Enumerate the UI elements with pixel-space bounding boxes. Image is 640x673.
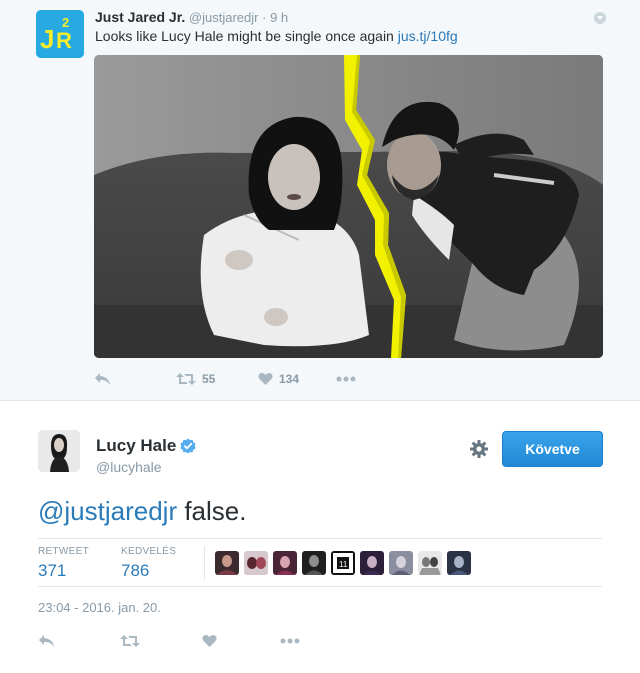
retweet-icon [120,635,140,647]
more-button[interactable] [280,632,300,650]
liker-avatar[interactable] [447,551,471,575]
header-separator: · [262,10,267,25]
like-button[interactable] [202,632,217,650]
more-button[interactable] [336,370,356,388]
stats-divider-top [38,538,602,539]
tweet-photo[interactable] [94,55,603,358]
retweet-button[interactable]: 55 [176,370,215,388]
parent-tweet-body: Looks like Lucy Hale might be single onc… [95,28,394,44]
retweet-icon [176,373,196,385]
liker-avatar[interactable] [244,551,268,575]
reply-icon [39,635,54,647]
liker-avatar[interactable] [389,551,413,575]
svg-text:J: J [40,24,54,54]
stats-divider-bottom [38,586,602,587]
photo-couple-split-lightning [94,55,603,358]
main-tweet-text: @justjaredjr false. [38,496,246,527]
parent-tweet-link[interactable]: jus.tj/10fg [398,28,458,44]
reply-button[interactable] [38,632,55,650]
lucy-hale-avatar[interactable] [38,430,80,472]
parent-author-name[interactable]: Just Jared Jr. [95,9,185,25]
parent-tweet-text: Looks like Lucy Hale might be single onc… [95,28,458,44]
retweet-button[interactable] [120,632,140,650]
main-author-handle[interactable]: @lucyhale [96,459,162,475]
liker-avatar[interactable] [360,551,384,575]
more-dots-icon [280,638,300,644]
gear-icon[interactable] [469,439,489,459]
retweet-count: 55 [202,372,216,386]
parent-tweet-actions: 55 134 [94,370,494,388]
likes-count[interactable]: 786 [121,561,149,581]
parent-tweet-header: Just Jared Jr. @justjaredjr · 9 h [95,9,288,25]
verified-badge-icon [180,438,196,454]
liker-avatar[interactable] [302,551,326,575]
tweet-timestamp[interactable]: 23:04 - 2016. jan. 20. [38,600,161,615]
parent-tweet[interactable]: J R 2 Just Jared Jr. @justjaredjr · 9 h … [0,0,640,401]
stats-vertical-divider [204,546,205,580]
more-dots-icon [336,376,356,382]
svg-text:R: R [56,28,72,53]
like-button[interactable]: 134 [258,370,299,388]
reply-icon [95,373,110,385]
liker-avatar[interactable]: 11 [331,551,355,575]
retweets-label: RETWEET [38,546,89,557]
parent-tweet-time[interactable]: 9 h [270,10,288,25]
like-count: 134 [279,372,300,386]
reply-button[interactable] [94,370,111,388]
main-tweet-actions [38,632,338,650]
following-button[interactable]: Követve [502,431,603,467]
main-author-name[interactable]: Lucy Hale [96,436,176,456]
caret-down-icon[interactable] [594,12,606,24]
liker-avatar[interactable] [418,551,442,575]
heart-icon [202,635,217,647]
liker-avatar[interactable] [273,551,297,575]
svg-text:11: 11 [339,560,348,569]
likes-label: KEDVELÉS [121,546,177,557]
mention-link[interactable]: @justjaredjr [38,496,177,526]
main-tweet-body: false. [177,496,247,526]
parent-author-handle[interactable]: @justjaredjr [189,10,259,25]
just-jared-jr-avatar[interactable]: J R 2 [36,10,84,58]
heart-icon [258,373,273,385]
svg-text:2: 2 [62,15,69,30]
liker-avatars: 11 [215,551,476,575]
liker-avatar[interactable] [215,551,239,575]
retweets-count[interactable]: 371 [38,561,66,581]
main-author-name-row: Lucy Hale [96,436,196,456]
